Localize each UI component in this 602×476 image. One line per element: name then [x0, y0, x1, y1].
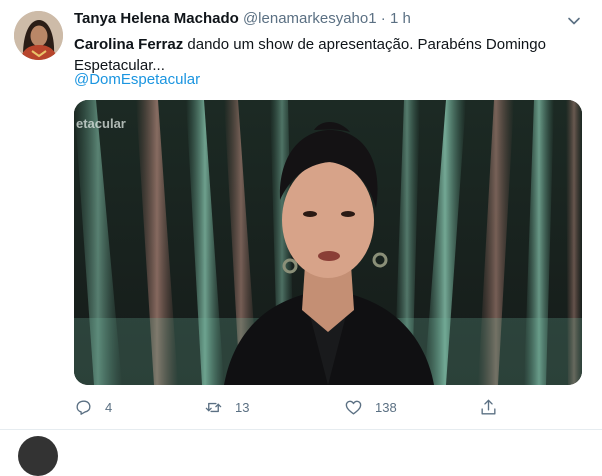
tweet-actions: 4 13 138 — [74, 395, 582, 419]
tweet-header: Tanya Helena Machado @lenamarkesyaho1 · … — [74, 10, 411, 27]
media-overlay-text: etacular — [76, 116, 126, 131]
tweet-text: Carolina Ferraz dando um show de apresen… — [74, 34, 574, 76]
author-name[interactable]: Tanya Helena Machado — [74, 10, 239, 27]
tweet-divider — [0, 429, 602, 430]
retweet-icon — [205, 402, 222, 412]
retweet-count: 13 — [235, 399, 250, 415]
avatar-image — [14, 11, 63, 60]
timestamp[interactable]: 1 h — [390, 10, 411, 27]
hashtag-link[interactable]: @DomEspetacular — [74, 71, 200, 88]
avatar[interactable] — [14, 11, 63, 60]
tweet[interactable]: Tanya Helena Machado @lenamarkesyaho1 · … — [0, 0, 602, 430]
share-button[interactable] — [479, 395, 498, 419]
reply-count: 4 — [105, 399, 113, 415]
media-photo — [74, 100, 582, 385]
next-tweet-avatar[interactable] — [18, 436, 58, 476]
tweet-media[interactable]: etacular — [74, 100, 582, 385]
share-icon — [481, 399, 496, 415]
reply-button[interactable]: 4 — [74, 395, 112, 419]
separator-dot: · — [380, 10, 386, 27]
heart-icon — [345, 400, 362, 415]
author-handle[interactable]: @lenamarkesyaho1 — [243, 10, 377, 27]
reply-icon — [76, 399, 91, 415]
retweet-button[interactable]: 13 — [204, 395, 249, 419]
chevron-down-icon[interactable] — [566, 13, 582, 29]
like-count: 138 — [375, 399, 397, 415]
text-mention[interactable]: Carolina Ferraz — [74, 36, 183, 53]
like-button[interactable]: 138 — [344, 395, 397, 419]
